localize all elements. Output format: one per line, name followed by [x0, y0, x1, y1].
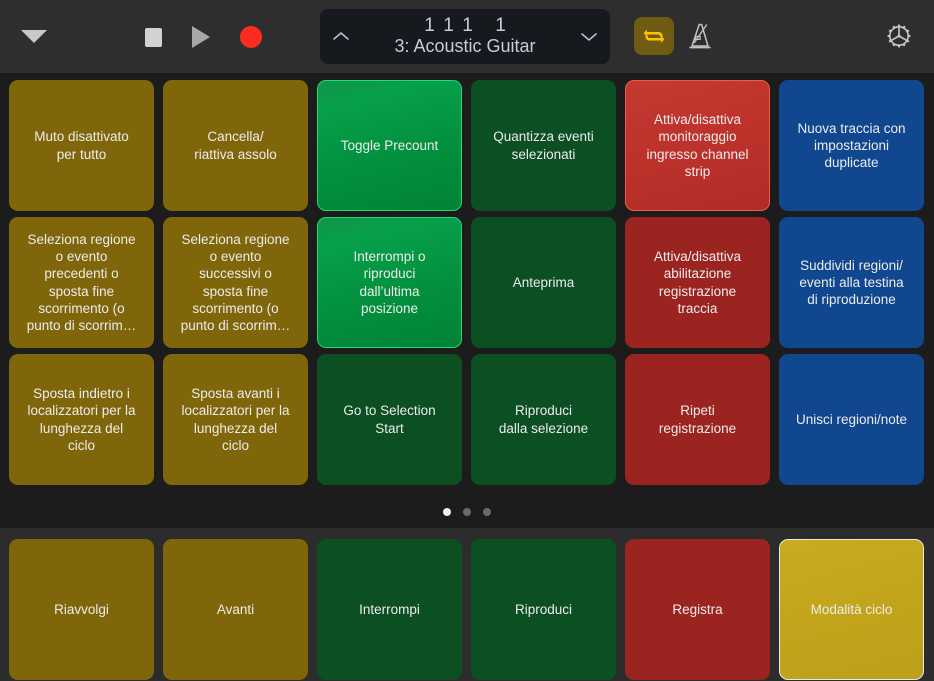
lcd-previous-track-button[interactable] [332, 28, 350, 45]
stop-icon [145, 27, 162, 47]
pad-attiva-disattiva-monitoraggio-ingresso-chann[interactable]: Attiva/disattiva monitoraggio ingresso cha… [625, 80, 770, 211]
pad-label: Sposta avanti i localizzatori per la lungh… [181, 385, 290, 453]
gear-icon [887, 24, 911, 48]
toolbar: 1 1 1 1 3: Acoustic Guitar [0, 0, 934, 73]
transport-pad-region: Riavvolgi Avanti Interrompi Riproduci Regist… [0, 528, 934, 681]
pad-label: Attiva/disattiva abilitazione registrazion… [653, 248, 742, 316]
pad-suddividi-regioni-eventi-alla-testina-di-rip[interactable]: Suddividi regioni/eventi alla testina di … [779, 217, 924, 348]
lcd-next-track-button[interactable] [580, 28, 598, 45]
pad-riproduci-dalla-selezione[interactable]: Riproduci dalla selezione [471, 354, 616, 485]
command-pad-region: Muto disattivato per tutto Cancella/riatti… [0, 73, 934, 528]
pad-seleziona-regione-o-evento-precedenti-o-spos[interactable]: Seleziona regione o evento precedenti o spo… [9, 217, 154, 348]
pad-label: Ripeti registrazione [658, 403, 737, 436]
lcd-body: 1 1 1 1 3: Acoustic Guitar [350, 16, 580, 57]
toolbar-transport-controls [145, 18, 262, 56]
stop-button[interactable] [145, 27, 162, 47]
page-dot-2[interactable] [463, 508, 471, 516]
pad-label: Seleziona regione o evento precedenti o spo… [26, 231, 137, 334]
pad-label: Riproduci [514, 601, 573, 617]
pad-label: Riavvolgi [54, 601, 109, 617]
pad-anteprima[interactable]: Anteprima [471, 217, 616, 348]
transport-pad-riproduci[interactable]: Riproduci [471, 539, 616, 680]
lcd-bar: 1 [424, 15, 435, 37]
pad-label: Toggle Precount [340, 137, 439, 153]
lcd-display[interactable]: 1 1 1 1 3: Acoustic Guitar [320, 9, 610, 64]
record-button[interactable] [236, 26, 262, 48]
transport-pad-interrompi[interactable]: Interrompi [317, 539, 462, 680]
pad-label: Anteprima [512, 274, 575, 290]
pad-unisci-regioni-note[interactable]: Unisci regioni/note [779, 354, 924, 485]
pad-sposta-avanti-i-localizzatori-per-la-lunghez[interactable]: Sposta avanti i localizzatori per la lungh… [163, 354, 308, 485]
page-dot-1[interactable] [443, 508, 451, 516]
pad-go-to-selection-start[interactable]: Go to Selection Start [317, 354, 462, 485]
transport-pad-riavvolgi[interactable]: Riavvolgi [9, 539, 154, 680]
pad-label: Interrompi o riproduci dall’ultima posizion… [353, 248, 426, 316]
transport-pad-avanti[interactable]: Avanti [163, 539, 308, 680]
transport-pad-registra[interactable]: Registra [625, 539, 770, 680]
pad-label: Cancella/riattiva assolo [194, 129, 277, 162]
metronome-icon [689, 23, 711, 49]
pad-attiva-disattiva-abilitazione-registrazione-[interactable]: Attiva/disattiva abilitazione registrazion… [625, 217, 770, 348]
pad-sposta-indietro-i-localizzatori-per-la-lungh[interactable]: Sposta indietro i localizzatori per la lun… [9, 354, 154, 485]
lcd-track-name: 3: Acoustic Guitar [394, 36, 536, 57]
pad-cancella-riattiva-assolo[interactable]: Cancella/riattiva assolo [163, 80, 308, 211]
lcd-division: 1 [462, 15, 473, 37]
command-pad-grid: Muto disattivato per tutto Cancella/riatti… [9, 80, 925, 485]
pad-label: Quantizza eventi selezionati [493, 129, 594, 162]
pad-label: Riproduci dalla selezione [498, 403, 589, 436]
pad-label: Seleziona regione o evento successivi o spo… [180, 231, 291, 334]
pad-label: Go to Selection Start [343, 403, 436, 436]
lcd-position-readout: 1 1 1 1 [420, 16, 510, 36]
pad-label: Registra [672, 601, 723, 617]
transport-pad-grid: Riavvolgi Avanti Interrompi Riproduci Regist… [9, 539, 925, 680]
pad-label: Muto disattivato per tutto [34, 129, 129, 162]
pad-label: Attiva/disattiva monitoraggio ingresso cha… [646, 111, 749, 179]
cycle-button[interactable] [634, 17, 674, 55]
lcd-beat: 1 [443, 15, 454, 37]
settings-button[interactable] [883, 20, 915, 52]
pad-seleziona-regione-o-evento-successivi-o-spos[interactable]: Seleziona regione o evento successivi o spo… [163, 217, 308, 348]
pad-toggle-precount[interactable]: Toggle Precount [317, 80, 462, 211]
pad-ripeti-registrazione[interactable]: Ripeti registrazione [625, 354, 770, 485]
chevron-up-icon [333, 32, 349, 40]
pad-label: Interrompi [359, 601, 420, 617]
transport-pad-modalit-ciclo[interactable]: Modalità ciclo [779, 539, 924, 680]
chevron-down-icon [581, 33, 597, 41]
lcd-tick: 1 [495, 15, 506, 37]
pad-label: Sposta indietro i localizzatori per la lun… [27, 385, 136, 453]
pad-nuova-traccia-con-impostazioni-duplicate[interactable]: Nuova traccia con impostazioni duplicate [779, 80, 924, 211]
pad-quantizza-eventi-selezionati[interactable]: Quantizza eventi selezionati [471, 80, 616, 211]
record-icon [240, 26, 262, 48]
pad-label: Suddividi regioni/eventi alla testina di … [799, 257, 904, 308]
play-button[interactable] [188, 26, 210, 48]
pad-label: Nuova traccia con impostazioni duplicate [797, 120, 906, 171]
pad-label: Unisci regioni/note [795, 411, 908, 427]
page-indicator [0, 508, 934, 516]
metronome-button[interactable] [682, 17, 718, 55]
cycle-loop-icon [643, 29, 665, 43]
chevron-down-triangle-icon [21, 29, 47, 43]
pad-interrompi-o-riproduci-dallultima-posizione[interactable]: Interrompi o riproduci dall’ultima posizion… [317, 217, 462, 348]
page-dot-3[interactable] [483, 508, 491, 516]
play-icon [192, 26, 210, 48]
pad-label: Avanti [216, 601, 255, 617]
pad-muto-disattivato-per-tutto[interactable]: Muto disattivato per tutto [9, 80, 154, 211]
pad-label: Modalità ciclo [810, 601, 893, 617]
menu-disclosure-button[interactable] [19, 24, 49, 48]
